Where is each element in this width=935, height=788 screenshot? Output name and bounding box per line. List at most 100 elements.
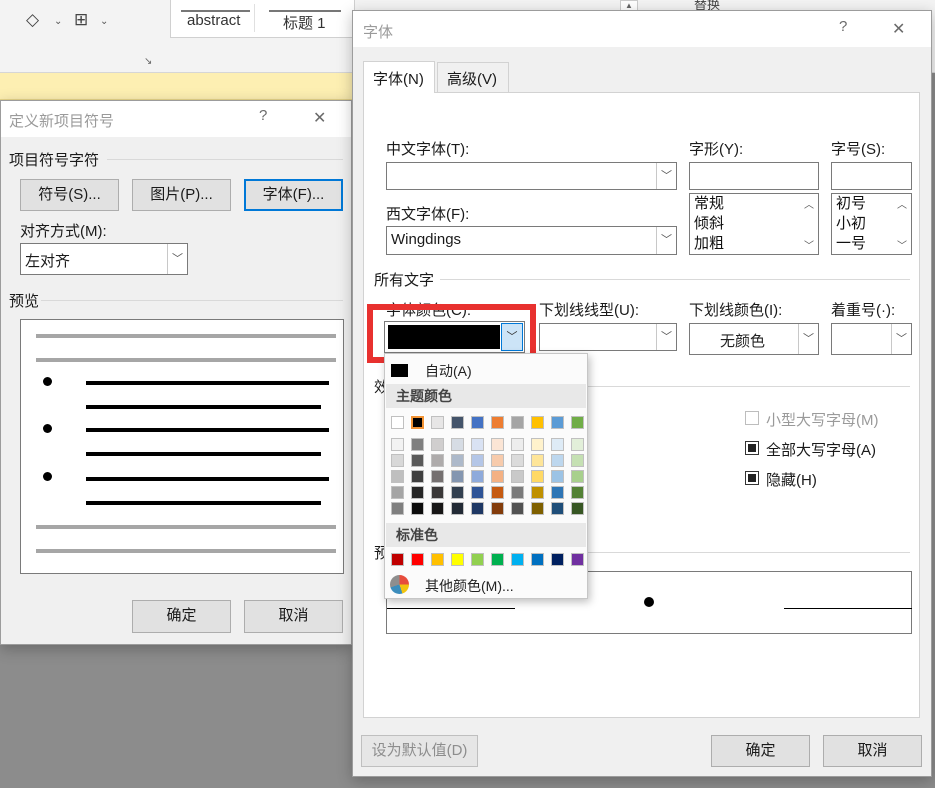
theme-shade-swatch[interactable] <box>531 454 544 467</box>
theme-shade-swatch[interactable] <box>491 438 504 451</box>
style-heading1[interactable]: 标题 1 <box>265 4 345 32</box>
theme-shade-swatch[interactable] <box>491 486 504 499</box>
shading-icon[interactable]: ◇ <box>26 10 39 30</box>
theme-shade-swatch[interactable] <box>571 502 584 515</box>
scroll-up-icon[interactable]: ︿ <box>804 196 814 211</box>
theme-shade-swatch[interactable] <box>451 454 464 467</box>
theme-color-swatch[interactable] <box>571 416 584 429</box>
font-size-input[interactable] <box>831 162 912 190</box>
theme-shade-swatch[interactable] <box>431 470 444 483</box>
list-item[interactable]: 常规 <box>690 194 818 214</box>
standard-color-swatch[interactable] <box>551 553 564 566</box>
theme-shade-swatch[interactable] <box>471 438 484 451</box>
theme-shade-swatch[interactable] <box>511 486 524 499</box>
theme-shade-swatch[interactable] <box>431 486 444 499</box>
underline-color-select[interactable]: 无颜色 ﹀ <box>689 323 819 355</box>
theme-color-swatch[interactable] <box>491 416 504 429</box>
standard-color-swatch[interactable] <box>511 553 524 566</box>
font-size-list[interactable]: 初号 小初 一号 ︿ ﹀ <box>831 193 912 255</box>
theme-shade-swatch[interactable] <box>511 454 524 467</box>
checkbox-icon[interactable] <box>745 411 759 425</box>
font-cancel-button[interactable]: 取消 <box>823 735 922 767</box>
list-item[interactable]: 小初 <box>832 214 911 234</box>
alignment-select[interactable]: 左对齐 ﹀ <box>20 243 188 275</box>
theme-shade-swatch[interactable] <box>571 486 584 499</box>
chevron-down-icon[interactable]: ﹀ <box>891 324 911 354</box>
theme-color-swatch[interactable] <box>511 416 524 429</box>
bullet-ok-button[interactable]: 确定 <box>132 600 231 633</box>
theme-shade-swatch[interactable] <box>491 502 504 515</box>
standard-color-swatch[interactable] <box>411 553 424 566</box>
theme-shade-swatch[interactable] <box>411 438 424 451</box>
theme-shade-swatch[interactable] <box>471 470 484 483</box>
theme-color-swatch[interactable] <box>531 416 544 429</box>
chinese-font-select[interactable]: ﹀ <box>386 162 677 190</box>
theme-shade-swatch[interactable] <box>531 502 544 515</box>
theme-shade-swatch[interactable] <box>451 502 464 515</box>
theme-shade-swatch[interactable] <box>551 486 564 499</box>
theme-shade-swatch[interactable] <box>391 486 404 499</box>
theme-shade-swatch[interactable] <box>391 470 404 483</box>
theme-color-swatch[interactable] <box>410 415 425 430</box>
theme-shade-swatch[interactable] <box>551 438 564 451</box>
theme-shade-swatch[interactable] <box>531 470 544 483</box>
western-font-select[interactable]: Wingdings ﹀ <box>386 226 677 255</box>
standard-color-swatch[interactable] <box>431 553 444 566</box>
more-colors-option[interactable]: 其他颜色(M)... <box>385 573 587 597</box>
emphasis-select[interactable]: ﹀ <box>831 323 912 355</box>
theme-shade-swatch[interactable] <box>551 502 564 515</box>
style-abstract[interactable]: abstract <box>177 4 255 32</box>
theme-shade-swatch[interactable] <box>411 470 424 483</box>
theme-shade-swatch[interactable] <box>471 502 484 515</box>
theme-shade-swatch[interactable] <box>571 470 584 483</box>
theme-color-swatch[interactable] <box>471 416 484 429</box>
underline-style-select[interactable]: ﹀ <box>539 323 677 351</box>
font-ok-button[interactable]: 确定 <box>711 735 810 767</box>
bullet-help-icon[interactable]: ? <box>259 107 267 124</box>
symbol-button[interactable]: 符号(S)... <box>20 179 119 211</box>
theme-shade-swatch[interactable] <box>571 454 584 467</box>
font-style-input[interactable] <box>689 162 819 190</box>
theme-shade-swatch[interactable] <box>431 454 444 467</box>
tab-font[interactable]: 字体(N) <box>363 61 435 93</box>
font-button[interactable]: 字体(F)... <box>244 179 343 211</box>
set-default-button[interactable]: 设为默认值(D) <box>361 735 478 767</box>
standard-color-swatch[interactable] <box>531 553 544 566</box>
theme-shade-swatch[interactable] <box>551 470 564 483</box>
tab-advanced[interactable]: 高级(V) <box>437 62 509 92</box>
theme-shade-swatch[interactable] <box>531 486 544 499</box>
theme-shade-swatch[interactable] <box>391 438 404 451</box>
standard-color-swatch[interactable] <box>391 553 404 566</box>
theme-color-swatch[interactable] <box>451 416 464 429</box>
theme-shade-swatch[interactable] <box>451 486 464 499</box>
theme-shade-swatch[interactable] <box>471 486 484 499</box>
font-close-icon[interactable]: ✕ <box>892 19 905 39</box>
theme-color-swatch[interactable] <box>391 416 404 429</box>
font-style-list[interactable]: 常规 倾斜 加粗 ︿ ﹀ <box>689 193 819 255</box>
chevron-down-icon[interactable]: ﹀ <box>656 163 676 189</box>
standard-color-swatch[interactable] <box>491 553 504 566</box>
theme-shade-swatch[interactable] <box>411 454 424 467</box>
paragraph-launcher-icon[interactable]: ↘ <box>144 56 152 67</box>
theme-shade-swatch[interactable] <box>391 502 404 515</box>
theme-shade-swatch[interactable] <box>531 438 544 451</box>
bullet-cancel-button[interactable]: 取消 <box>244 600 343 633</box>
standard-color-swatch[interactable] <box>571 553 584 566</box>
shading-dropdown-icon[interactable]: ⌄ <box>54 16 62 27</box>
picture-button[interactable]: 图片(P)... <box>132 179 231 211</box>
theme-shade-swatch[interactable] <box>411 502 424 515</box>
borders-dropdown-icon[interactable]: ⌄ <box>100 16 108 27</box>
theme-color-swatch[interactable] <box>431 416 444 429</box>
theme-shade-swatch[interactable] <box>551 454 564 467</box>
chevron-down-icon[interactable]: ﹀ <box>656 227 676 254</box>
checkbox-icon[interactable] <box>745 471 759 485</box>
theme-shade-swatch[interactable] <box>511 470 524 483</box>
theme-color-swatch[interactable] <box>551 416 564 429</box>
theme-shade-swatch[interactable] <box>491 470 504 483</box>
list-item[interactable]: 加粗 <box>690 234 818 254</box>
borders-icon[interactable]: ⊞ <box>74 10 88 30</box>
bullet-close-icon[interactable]: ✕ <box>313 108 326 128</box>
theme-shade-swatch[interactable] <box>431 502 444 515</box>
theme-shade-swatch[interactable] <box>511 438 524 451</box>
scroll-down-icon[interactable]: ﹀ <box>897 237 907 252</box>
